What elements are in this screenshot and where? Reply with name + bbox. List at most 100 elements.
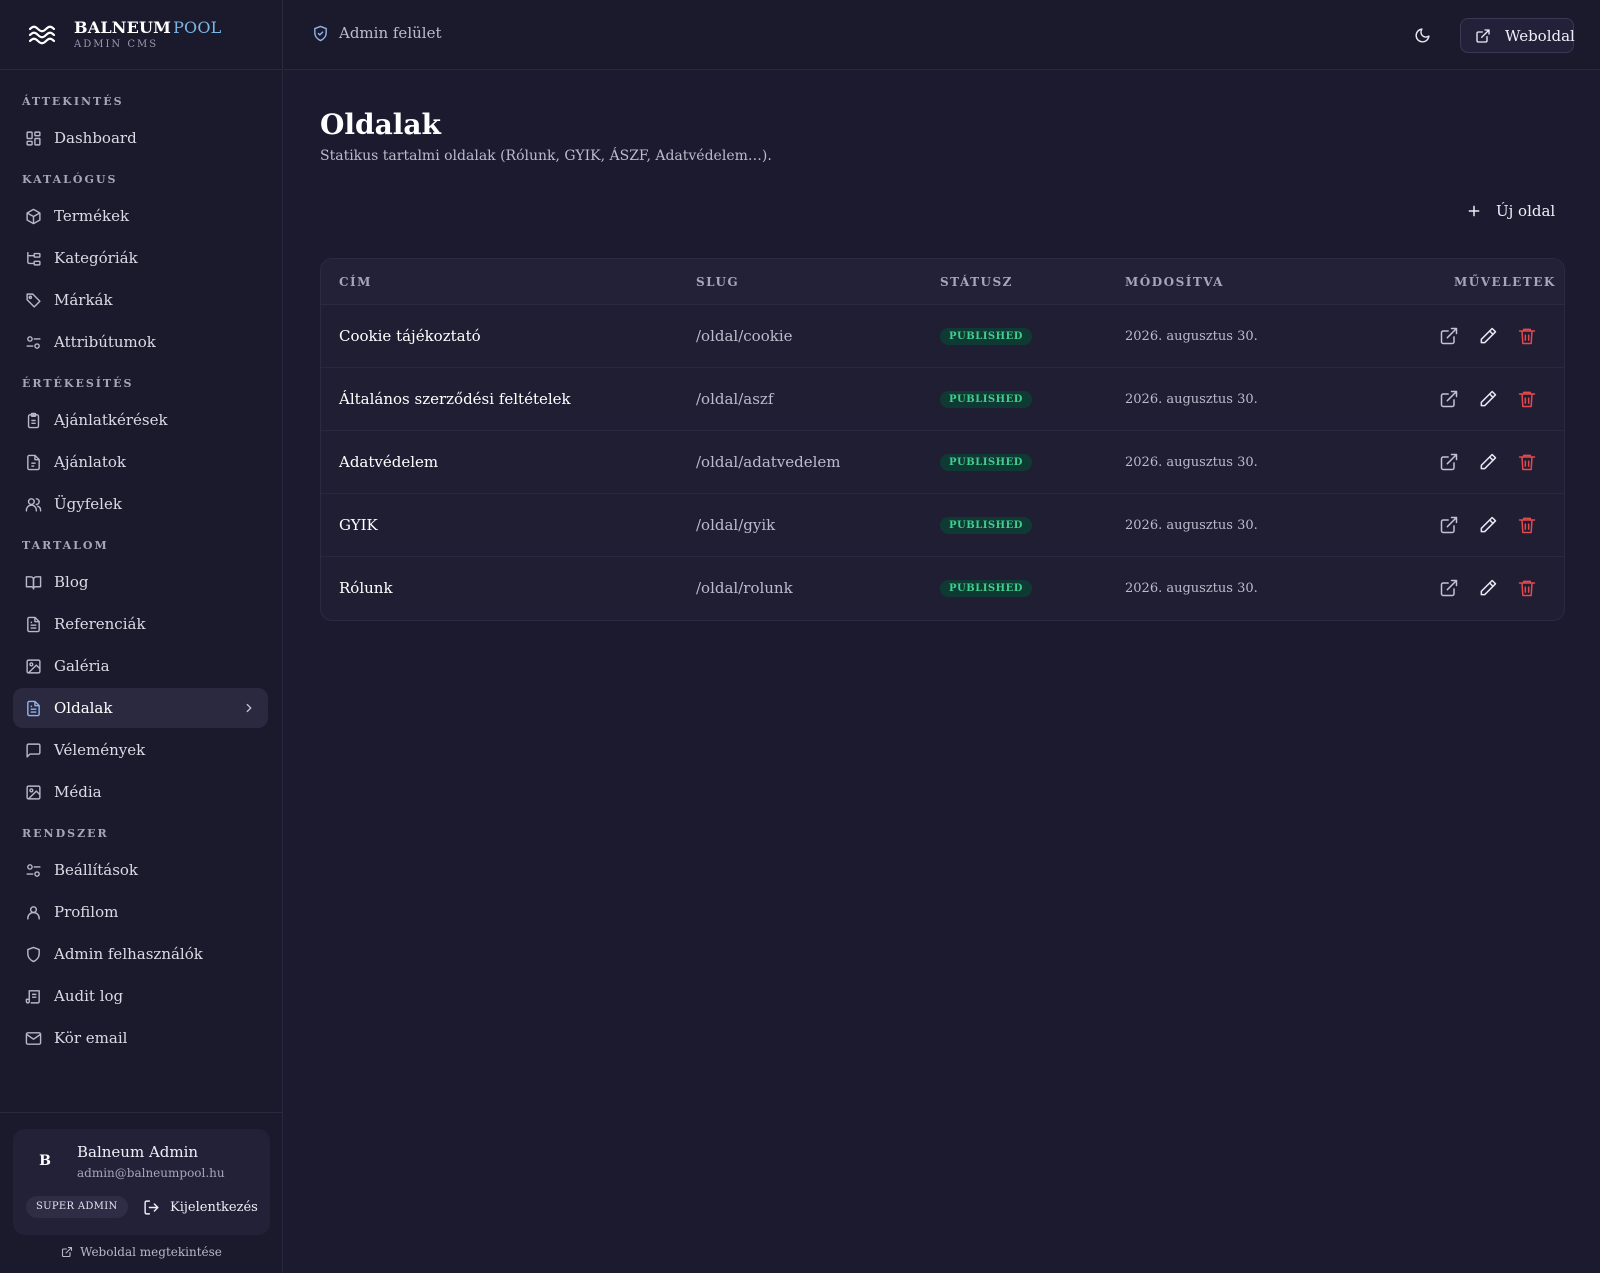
external-link-icon[interactable] — [1439, 515, 1459, 535]
row-slug: /oldal/aszf — [696, 390, 774, 408]
pencil-icon[interactable] — [1478, 389, 1498, 409]
sidebar-item-label: Ajánlatkérések — [54, 411, 168, 429]
external-link-icon[interactable] — [1439, 452, 1459, 472]
file-text-icon — [25, 616, 42, 633]
sidebar-item-label: Galéria — [54, 657, 110, 675]
trash-icon[interactable] — [1517, 578, 1537, 598]
file-text-icon — [25, 700, 42, 717]
column-header-title[interactable]: CÍM — [339, 275, 372, 289]
external-link-icon[interactable] — [1439, 389, 1459, 409]
site-preview-link[interactable]: Weboldal megtekintése — [0, 1245, 283, 1259]
trash-icon[interactable] — [1517, 389, 1537, 409]
user-email: admin@balneumpool.hu — [77, 1166, 225, 1180]
sidebar-item-references[interactable]: Referenciák — [13, 604, 268, 644]
image-icon — [25, 658, 42, 675]
table-row: Általános szerződési feltételek /oldal/a… — [321, 368, 1564, 431]
pencil-icon[interactable] — [1478, 578, 1498, 598]
trash-icon[interactable] — [1517, 326, 1537, 346]
sidebar-item-quotes[interactable]: Ajánlatok — [13, 442, 268, 482]
row-slug: /oldal/rolunk — [696, 579, 793, 597]
shield-icon — [25, 946, 42, 963]
column-header-actions: MŰVELETEK — [1454, 275, 1556, 289]
trash-icon[interactable] — [1517, 515, 1537, 535]
sidebar-item-label: Profilom — [54, 903, 119, 921]
sidebar-item-dashboard[interactable]: Dashboard — [13, 118, 268, 158]
book-icon — [25, 574, 42, 591]
sidebar-item-settings[interactable]: Beállítások — [13, 850, 268, 890]
row-modified: 2026. augusztus 30. — [1125, 581, 1258, 596]
row-title[interactable]: Adatvédelem — [339, 453, 438, 471]
row-title[interactable]: Rólunk — [339, 579, 393, 597]
status-badge: PUBLISHED — [940, 454, 1032, 471]
nav-section-title: RENDSZER — [22, 827, 109, 840]
sliders-icon — [25, 862, 42, 879]
sidebar-item-blog[interactable]: Blog — [13, 562, 268, 602]
brand-name-part1: BALNEUM — [74, 17, 172, 37]
sidebar-item-label: Márkák — [54, 291, 113, 309]
brand-name-part2: POOL — [173, 17, 222, 37]
sidebar-item-label: Ügyfelek — [54, 495, 122, 513]
logout-icon — [143, 1199, 160, 1216]
external-link-icon[interactable] — [1439, 578, 1459, 598]
avatar: B — [39, 1153, 51, 1169]
sidebar-item-media[interactable]: Média — [13, 772, 268, 812]
sidebar-item-label: Média — [54, 783, 102, 801]
website-button[interactable]: Weboldal — [1460, 18, 1575, 53]
user-card: B Balneum Admin admin@balneumpool.hu SUP… — [13, 1129, 270, 1235]
sidebar-item-label: Audit log — [54, 987, 124, 1005]
pencil-icon[interactable] — [1478, 515, 1498, 535]
brand-subtitle: ADMIN CMS — [74, 38, 159, 50]
row-title[interactable]: Cookie tájékoztató — [339, 327, 481, 345]
row-slug: /oldal/cookie — [696, 327, 793, 345]
nav-section-title: KATALÓGUS — [22, 173, 118, 186]
sidebar-item-admin-users[interactable]: Admin felhasználók — [13, 934, 268, 974]
sidebar-item-attributes[interactable]: Attribútumok — [13, 322, 268, 362]
users-icon — [25, 496, 42, 513]
sidebar-item-label: Vélemények — [54, 741, 146, 759]
sidebar-item-audit-log[interactable]: Audit log — [13, 976, 268, 1016]
file-icon — [25, 454, 42, 471]
row-title[interactable]: GYIK — [339, 516, 378, 534]
row-title[interactable]: Általános szerződési feltételek — [339, 390, 571, 408]
sidebar-item-label: Ajánlatok — [54, 453, 126, 471]
sidebar-item-newsletter[interactable]: Kör email — [13, 1018, 268, 1058]
sidebar-item-gallery[interactable]: Galéria — [13, 646, 268, 686]
column-header-modified[interactable]: MÓDOSÍTVA — [1125, 275, 1224, 289]
new-page-button[interactable]: Új oldal — [1466, 202, 1555, 220]
sidebar-item-brands[interactable]: Márkák — [13, 280, 268, 320]
logout-button[interactable]: Kijelentkezés — [143, 1195, 258, 1219]
trash-icon[interactable] — [1517, 452, 1537, 472]
sliders-icon — [25, 334, 42, 351]
sidebar-item-products[interactable]: Termékek — [13, 196, 268, 236]
brand-text: BALNEUM POOL ADMIN CMS — [74, 17, 222, 50]
sidebar-item-customers[interactable]: Ügyfelek — [13, 484, 268, 524]
user-area: B Balneum Admin admin@balneumpool.hu SUP… — [0, 1112, 283, 1273]
sidebar-item-label: Dashboard — [54, 129, 137, 147]
brand[interactable]: BALNEUM POOL ADMIN CMS — [0, 0, 282, 70]
page-title: Oldalak — [320, 108, 441, 141]
dashboard-icon — [25, 130, 42, 147]
pencil-icon[interactable] — [1478, 326, 1498, 346]
row-slug: /oldal/adatvedelem — [696, 453, 841, 471]
column-header-status[interactable]: STÁTUSZ — [940, 275, 1013, 289]
sidebar-item-label: Termékek — [54, 207, 130, 225]
row-modified: 2026. augusztus 30. — [1125, 455, 1258, 470]
sidebar-item-profile[interactable]: Profilom — [13, 892, 268, 932]
external-link-icon[interactable] — [1439, 326, 1459, 346]
sidebar-item-quote-requests[interactable]: Ajánlatkérések — [13, 400, 268, 440]
breadcrumb: Admin felület — [312, 24, 441, 42]
status-badge: PUBLISHED — [940, 328, 1032, 345]
theme-toggle-moon-icon[interactable] — [1414, 27, 1431, 44]
sidebar-item-reviews[interactable]: Vélemények — [13, 730, 268, 770]
sidebar-item-pages[interactable]: Oldalak — [13, 688, 268, 728]
scroll-icon — [25, 988, 42, 1005]
brand-name: BALNEUM POOL — [74, 17, 222, 37]
column-header-slug[interactable]: SLUG — [696, 275, 739, 289]
sidebar-item-categories[interactable]: Kategóriák — [13, 238, 268, 278]
mail-icon — [25, 1030, 42, 1047]
pencil-icon[interactable] — [1478, 452, 1498, 472]
plus-icon — [1466, 203, 1482, 219]
external-link-icon — [1475, 28, 1491, 44]
sidebar-item-label: Kör email — [54, 1029, 128, 1047]
row-modified: 2026. augusztus 30. — [1125, 518, 1258, 533]
